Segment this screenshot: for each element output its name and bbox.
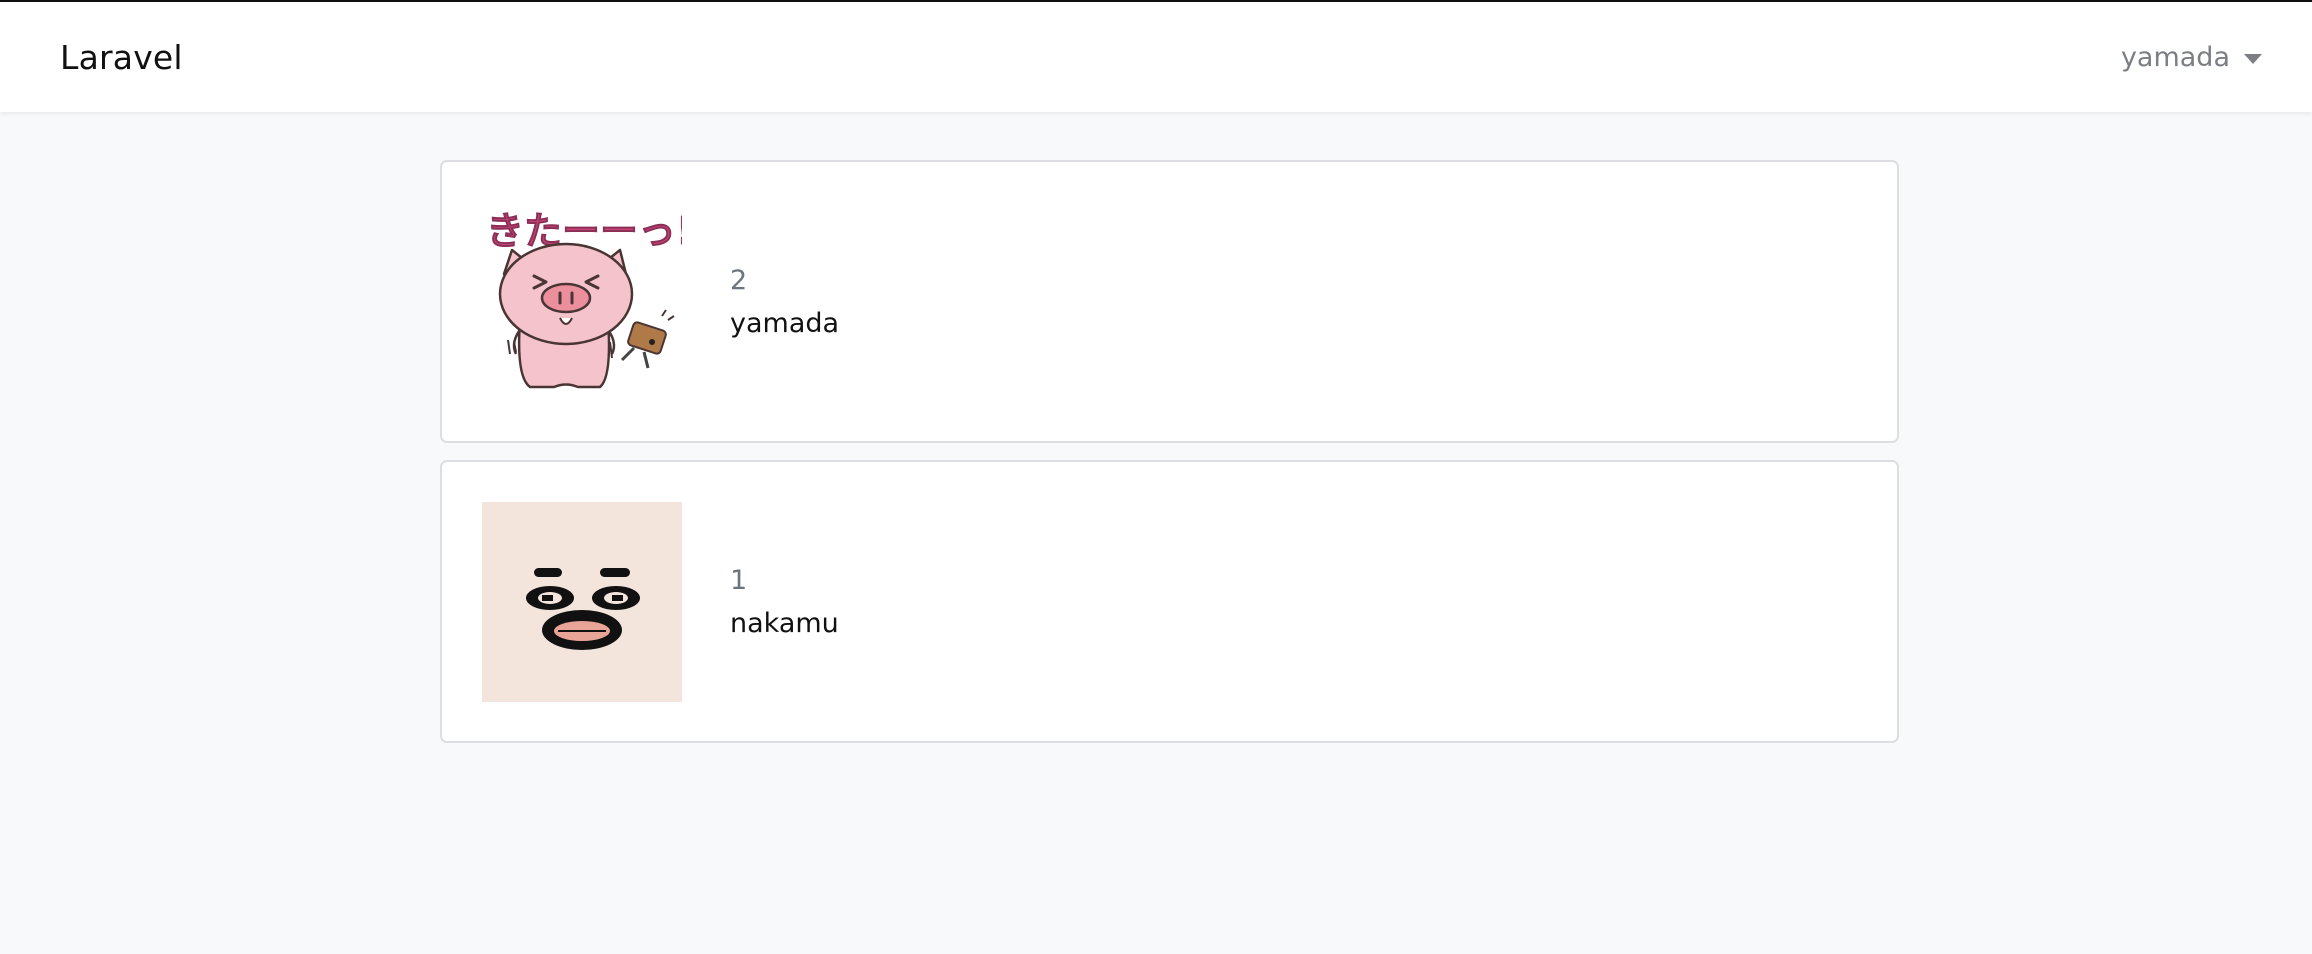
pig-avatar-image: きたーーっ!! (482, 202, 711, 402)
user-menu-dropdown[interactable]: yamada (2121, 42, 2262, 73)
user-menu-label: yamada (2120, 41, 2230, 73)
user-name[interactable]: yamada (730, 308, 839, 339)
user-id: 2 (730, 264, 748, 296)
user-card[interactable]: きたーーっ!! (440, 160, 1899, 443)
user-card[interactable]: 1 nakamu (440, 460, 1899, 743)
user-list: きたーーっ!! (440, 160, 1899, 760)
chevron-down-icon (2244, 53, 2262, 64)
user-name[interactable]: nakamu (730, 608, 839, 639)
brand-link[interactable]: Laravel (60, 38, 183, 77)
user-id: 1 (730, 564, 748, 596)
top-navbar: Laravel yamada (0, 2, 2312, 112)
face-avatar-image (482, 501, 682, 702)
